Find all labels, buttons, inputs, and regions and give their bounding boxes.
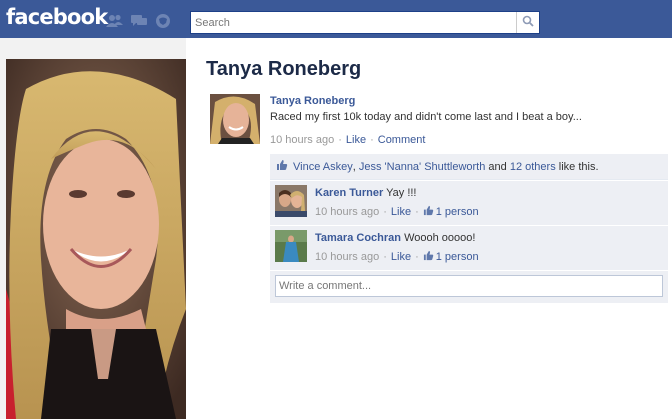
notifications-icon[interactable]: [154, 13, 172, 29]
separator-dot: ·: [415, 206, 419, 218]
comment-like-count[interactable]: 1 person: [423, 205, 479, 219]
comment-body: Karen Turner Yay !!! 10 hours ago · Like · …: [315, 187, 662, 219]
story-message: Raced my first 10k today and didn't come…: [270, 111, 582, 123]
likes-and: and: [488, 160, 507, 173]
likes-summary: Vince Askey, Jess 'Nanna' Shuttleworth a…: [270, 154, 668, 180]
feedback-block: Vince Askey, Jess 'Nanna' Shuttleworth a…: [270, 154, 668, 303]
likes-tail: like this.: [558, 160, 599, 173]
comment-like-count[interactable]: 1 person: [423, 250, 479, 264]
write-comment-input[interactable]: [275, 275, 663, 297]
thumbs-up-icon: [423, 205, 434, 219]
search-input[interactable]: [191, 12, 516, 33]
friend-requests-icon[interactable]: [106, 13, 124, 29]
comment-item: Tamara Cochran Woooh ooooo! 10 hours ago…: [270, 225, 668, 270]
story-meta: 10 hours ago · Like · Comment: [270, 134, 665, 146]
comment-timestamp[interactable]: 10 hours ago: [315, 206, 379, 218]
likes-others-link[interactable]: 12 others: [510, 161, 556, 173]
search-button[interactable]: [516, 12, 539, 33]
facebook-logo[interactable]: facebook: [6, 5, 108, 29]
comment-like-count-text: 1 person: [435, 251, 479, 263]
separator-dot: ·: [338, 134, 342, 146]
comment-timestamp[interactable]: 10 hours ago: [315, 251, 379, 263]
separator-dot: ·: [383, 251, 387, 263]
profile-photo[interactable]: [6, 59, 186, 419]
comment-like-link[interactable]: Like: [391, 206, 411, 218]
commenter-avatar[interactable]: [275, 185, 307, 217]
comment-meta: 10 hours ago · Like · 1 person: [315, 250, 662, 264]
thumbs-up-icon: [276, 159, 288, 174]
liker-separator: ,: [352, 160, 356, 173]
story-like-link[interactable]: Like: [346, 134, 366, 146]
story-panel: Tanya Roneberg Tanya Roneberg Raced my f…: [186, 38, 672, 308]
top-bar: facebook: [0, 0, 672, 38]
thumbs-up-icon: [423, 250, 434, 264]
comment-like-link[interactable]: Like: [391, 251, 411, 263]
profile-name-title: Tanya Roneberg: [206, 58, 362, 80]
comment-author-link[interactable]: Karen Turner: [315, 187, 383, 199]
comment-text: Woooh ooooo!: [404, 232, 476, 244]
story-author-link[interactable]: Tanya Roneberg: [270, 95, 355, 107]
comment-item: Karen Turner Yay !!! 10 hours ago · Like · …: [270, 180, 668, 225]
search-icon: [522, 15, 534, 30]
separator-dot: ·: [415, 251, 419, 263]
story-comment-link[interactable]: Comment: [378, 134, 426, 146]
messages-icon[interactable]: [130, 13, 148, 29]
jewel-icons: [106, 13, 172, 29]
story-body: Tanya Roneberg Raced my first 10k today …: [270, 95, 665, 146]
author-avatar[interactable]: [210, 94, 260, 144]
comment-like-count-text: 1 person: [435, 206, 479, 218]
liker-link-2[interactable]: Jess 'Nanna' Shuttleworth: [359, 161, 486, 173]
liker-link-1[interactable]: Vince Askey: [293, 161, 353, 173]
comment-body: Tamara Cochran Woooh ooooo! 10 hours ago…: [315, 232, 662, 264]
separator-dot: ·: [370, 134, 374, 146]
comment-author-link[interactable]: Tamara Cochran: [315, 232, 401, 244]
search-box: [190, 11, 540, 34]
commenter-avatar[interactable]: [275, 230, 307, 262]
comment-text: Yay !!!: [386, 187, 417, 199]
comment-meta: 10 hours ago · Like · 1 person: [315, 205, 662, 219]
story-timestamp[interactable]: 10 hours ago: [270, 134, 334, 146]
comment-composer: [270, 270, 668, 303]
separator-dot: ·: [383, 206, 387, 218]
